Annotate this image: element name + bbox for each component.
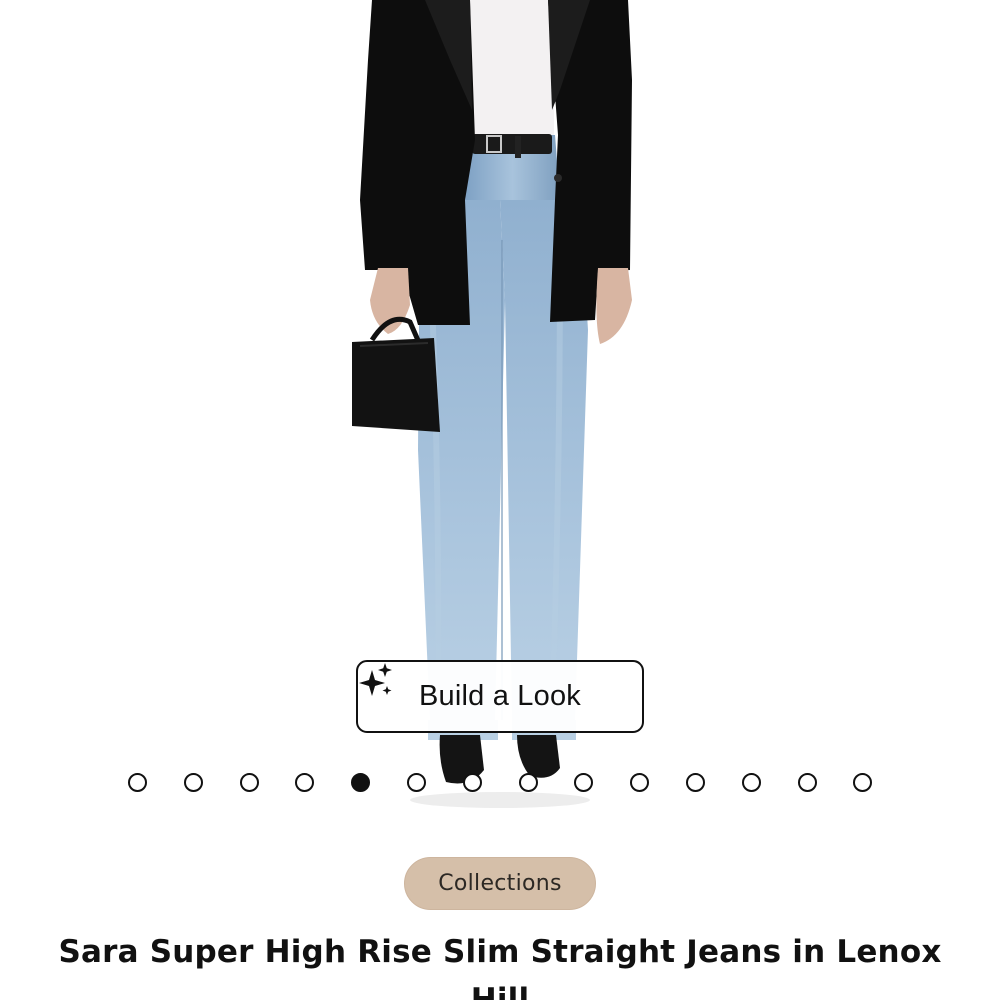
pagination-dot-7[interactable]	[463, 773, 482, 792]
sparkles-icon	[359, 663, 392, 696]
build-a-look-button[interactable]: Build a Look	[356, 660, 644, 733]
pagination-dot-11[interactable]	[686, 773, 705, 792]
image-pagination	[0, 773, 1000, 795]
pagination-dot-6[interactable]	[407, 773, 426, 792]
pagination-dot-3[interactable]	[240, 773, 259, 792]
pagination-dot-14[interactable]	[853, 773, 872, 792]
pagination-dot-5[interactable]	[351, 773, 370, 792]
product-page: Build a Look Collections Sara Super High…	[0, 0, 1000, 1000]
collections-badge-label: Collections	[438, 871, 562, 896]
product-image-gallery[interactable]: Build a Look	[0, 0, 1000, 810]
build-a-look-label: Build a Look	[418, 680, 581, 712]
pagination-dot-8[interactable]	[519, 773, 538, 792]
pagination-dot-2[interactable]	[184, 773, 203, 792]
pagination-dot-4[interactable]	[295, 773, 314, 792]
pagination-dot-1[interactable]	[128, 773, 147, 792]
pagination-dot-13[interactable]	[798, 773, 817, 792]
pagination-dot-9[interactable]	[574, 773, 593, 792]
pagination-dot-10[interactable]	[630, 773, 649, 792]
product-title: Sara Super High Rise Slim Straight Jeans…	[58, 934, 942, 1000]
pagination-dot-12[interactable]	[742, 773, 761, 792]
collections-badge[interactable]: Collections	[404, 857, 596, 910]
